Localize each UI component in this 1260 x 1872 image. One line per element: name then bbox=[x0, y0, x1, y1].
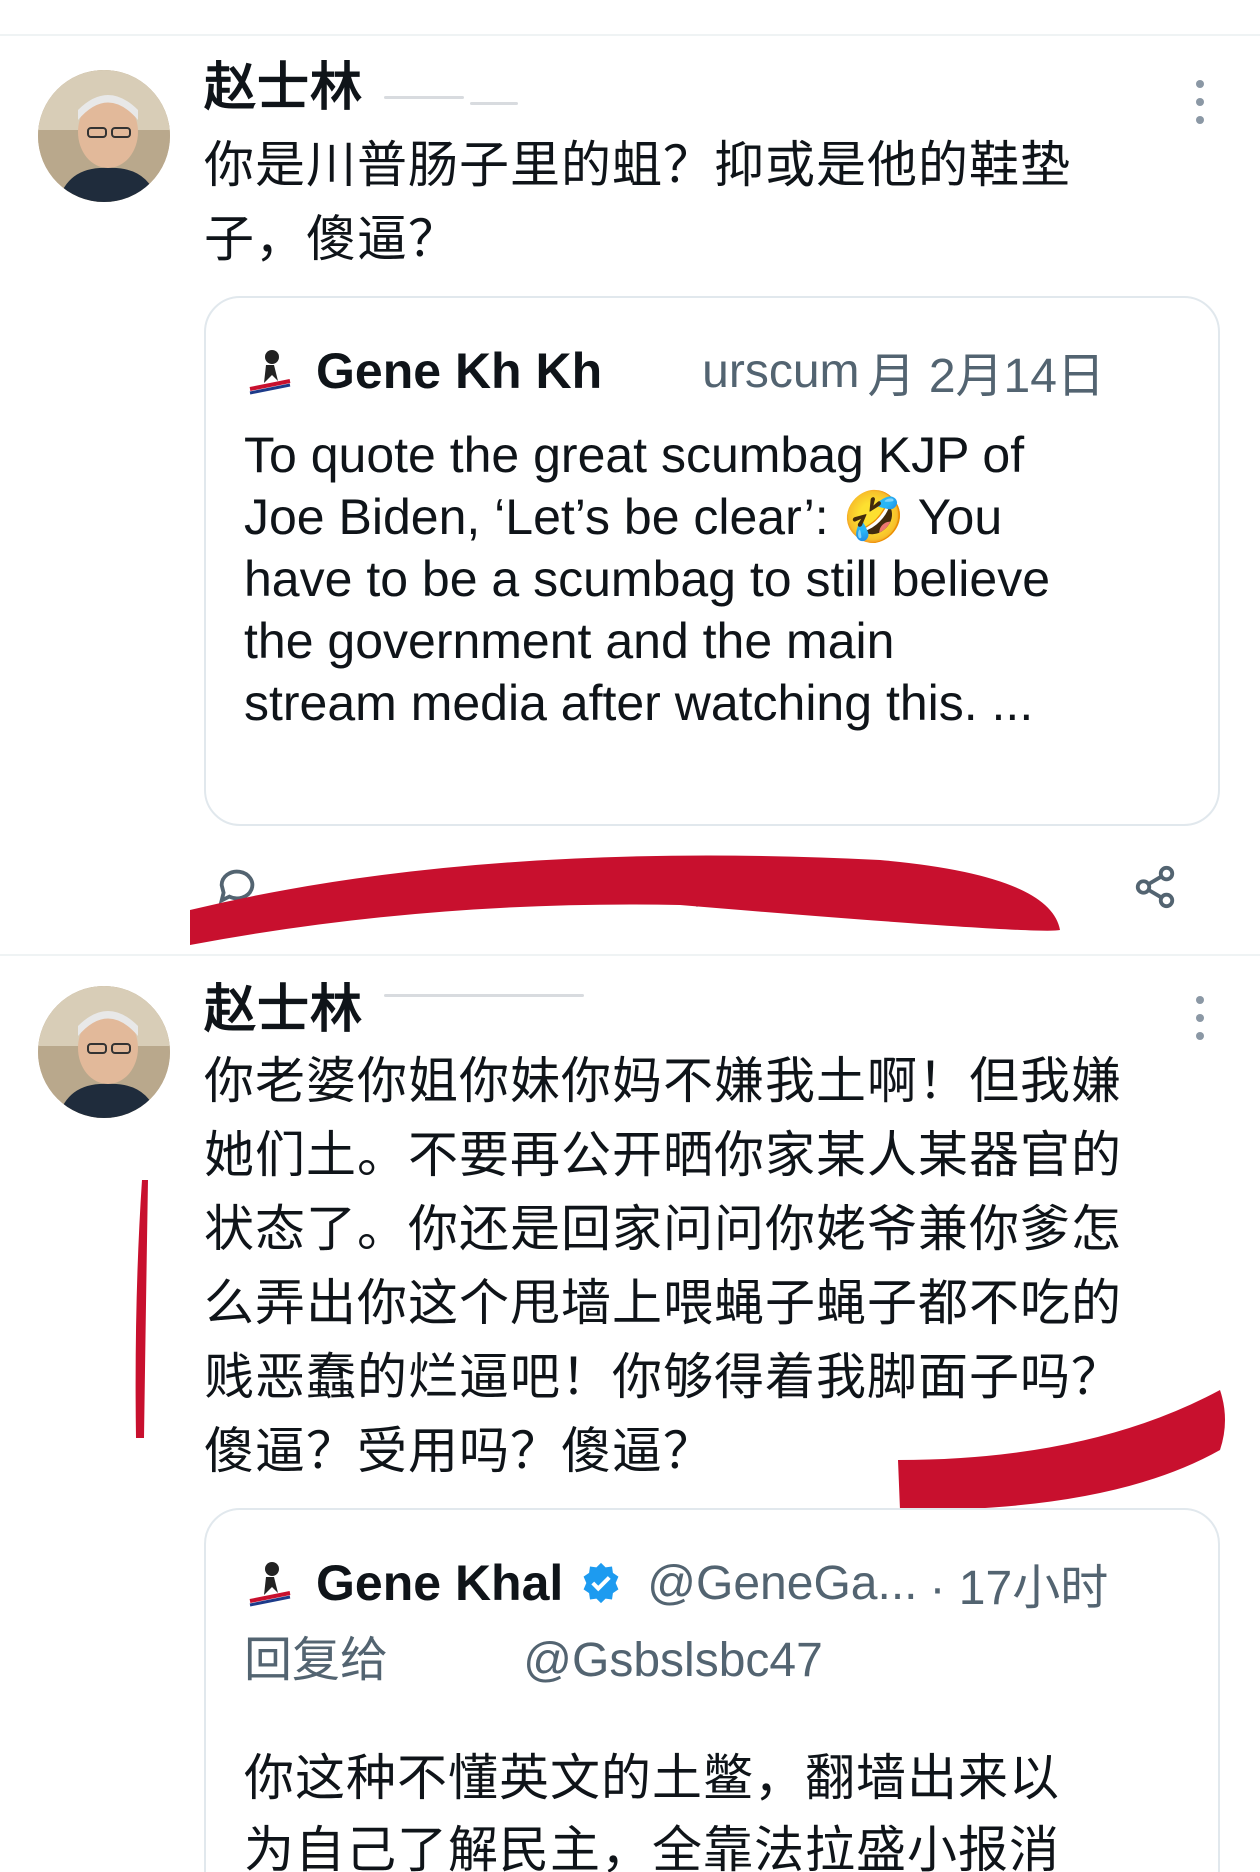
quoted-body-line: stream media after watching this. ... bbox=[244, 675, 1034, 731]
like-button[interactable]: 2 bbox=[674, 864, 752, 910]
quoted-post-header: Gene Khal @GeneGa... · 17小时 bbox=[244, 1548, 1108, 1618]
quoted-post-body: 你这种不懂英文的土鳖，翻墙出来以 为自己了解民主，全靠法拉盛小报消 bbox=[244, 1742, 1060, 1872]
post-text-line: 你老婆你姐你妹你妈不嫌我土啊！但我嫌 bbox=[204, 1052, 1122, 1110]
author-name[interactable]: 赵士林 bbox=[204, 58, 363, 118]
post-text-line: 贱恶蠢的烂逼吧！你够得着我脚面子吗？ bbox=[204, 1348, 1122, 1406]
post-text: 你老婆你姐你妹你妈不嫌我土啊！但我嫌 她们土。不要再公开晒你家某人某器官的 状态… bbox=[204, 1044, 1122, 1488]
quoted-author-handle[interactable]: @GeneGa... bbox=[647, 1556, 917, 1611]
quoted-body-line: 为自己了解民主，全靠法拉盛小报消 bbox=[244, 1821, 1060, 1872]
heart-icon bbox=[677, 871, 717, 907]
quoted-body-line: Joe Biden, ‘Let’s be clear’: 🤣 You bbox=[244, 489, 1003, 545]
post-text-line: 状态了。你还是回家问问你姥爷兼你爹怎 bbox=[204, 1200, 1122, 1258]
post-text: 你是川普肠子里的蛆？抑或是他的鞋垫 子，傻逼？ bbox=[204, 128, 1071, 276]
views-icon bbox=[911, 871, 945, 903]
quoted-post-date: 月 2月14日 bbox=[867, 350, 1105, 403]
handle-redacted bbox=[470, 102, 518, 105]
quoted-post-header: Gene Kh Kh urscum 月 2月14日 bbox=[244, 336, 1105, 406]
quoted-post[interactable]: Gene Kh Kh urscum 月 2月14日 To quote the g… bbox=[204, 296, 1220, 826]
reply-to-handle[interactable]: @Gsbslsbc47 bbox=[523, 1634, 823, 1687]
repost-icon bbox=[451, 872, 483, 902]
post-text-line: 她们土。不要再公开晒你家某人某器官的 bbox=[204, 1126, 1122, 1184]
author-name[interactable]: 赵士林 bbox=[204, 980, 363, 1040]
repost-button[interactable] bbox=[444, 864, 490, 910]
post-text-line: 傻逼？受用吗？傻逼？ bbox=[204, 1422, 714, 1480]
views-button[interactable] bbox=[904, 864, 950, 910]
like-count: 2 bbox=[730, 864, 753, 909]
top-divider bbox=[0, 34, 1260, 36]
quoted-post[interactable]: Gene Khal @GeneGa... · 17小时 回复给 @Gsbslsb… bbox=[204, 1508, 1220, 1872]
verified-badge-icon bbox=[583, 1562, 619, 1604]
share-icon bbox=[1135, 865, 1175, 909]
share-button[interactable] bbox=[1132, 864, 1178, 910]
post-text-line: 子，傻逼？ bbox=[204, 210, 459, 268]
post-text-line: 你是川普肠子里的蛆？抑或是他的鞋垫 bbox=[204, 136, 1071, 194]
red-margin-mark bbox=[135, 1180, 148, 1438]
quoted-post-body: To quote the great scumbag KJP of Joe Bi… bbox=[244, 424, 1050, 734]
quoted-author-name[interactable]: Gene Kh Kh bbox=[316, 342, 602, 400]
reply-to-label: 回复给 bbox=[244, 1632, 389, 1688]
more-options-icon[interactable] bbox=[1196, 996, 1208, 1040]
post-divider bbox=[0, 954, 1260, 956]
post-text-line: 么弄出你这个甩墙上喂蝇子蝇子都不吃的 bbox=[204, 1274, 1122, 1332]
profile-logo-icon bbox=[249, 1562, 291, 1607]
avatar[interactable] bbox=[38, 70, 170, 202]
quoted-author-name[interactable]: Gene Khal bbox=[316, 1554, 563, 1612]
avatar[interactable] bbox=[38, 986, 170, 1118]
reply-to-line: 回复给 @Gsbslsbc47 bbox=[244, 1620, 823, 1690]
handle-redacted bbox=[384, 994, 584, 997]
profile-logo-icon bbox=[249, 350, 291, 395]
quoted-post-time: · 17小时 bbox=[929, 1562, 1109, 1615]
quoted-body-line: To quote the great scumbag KJP of bbox=[244, 427, 1025, 483]
reply-button[interactable] bbox=[214, 864, 260, 910]
more-options-icon[interactable] bbox=[1196, 80, 1208, 124]
handle-redacted bbox=[384, 96, 464, 99]
reply-icon bbox=[218, 869, 255, 904]
quoted-body-line: have to be a scumbag to still believe bbox=[244, 551, 1051, 607]
quoted-body-line: the government and the main bbox=[244, 613, 895, 669]
quoted-body-line: 你这种不懂英文的土鳖，翻墙出来以 bbox=[244, 1749, 1060, 1807]
post-actions: 2 bbox=[204, 864, 1204, 924]
quoted-author-handle[interactable]: urscum bbox=[702, 344, 859, 399]
